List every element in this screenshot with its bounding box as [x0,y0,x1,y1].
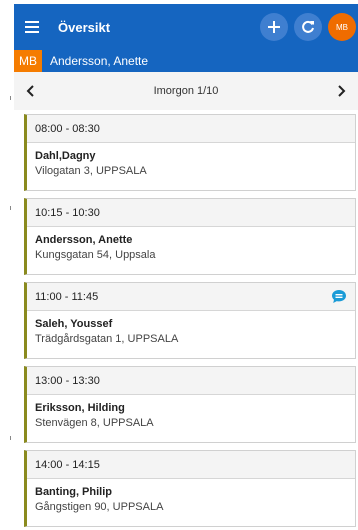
refresh-button[interactable] [294,13,322,41]
appointment-body: Dahl,Dagny Vilogatan 3, UPPSALA [27,143,355,179]
appointment-card[interactable]: 11:00 - 11:45 Saleh, Youssef Trädgårdsga… [24,282,356,359]
appointment-time: 14:00 - 14:15 [35,458,100,471]
chat-bubble-icon [332,290,346,303]
user-initials-badge: MB [14,50,42,72]
previous-day-button[interactable] [26,85,36,97]
plus-icon [268,21,280,33]
appointment-list: 08:00 - 08:30 Dahl,Dagny Vilogatan 3, UP… [24,114,356,530]
page-title: Översikt [58,19,111,35]
appointment-card[interactable]: 13:00 - 13:30 Eriksson, Hilding Stenväge… [24,366,356,443]
appointment-card[interactable]: 08:00 - 08:30 Dahl,Dagny Vilogatan 3, UP… [24,114,356,191]
message-button[interactable] [331,289,347,304]
appointment-card[interactable]: 10:15 - 10:30 Andersson, Anette Kungsgat… [24,198,356,275]
appointment-body: Eriksson, Hilding Stenvägen 8, UPPSALA [27,395,355,431]
appointment-time: 13:00 - 13:30 [35,374,100,387]
next-day-button[interactable] [336,85,346,97]
hamburger-menu-icon [25,21,39,33]
date-label: Imorgon 1/10 [153,85,219,97]
appointment-time-header: 14:00 - 14:15 [27,451,355,479]
client-address: Trädgårdsgatan 1, UPPSALA [35,333,179,345]
appointment-time: 08:00 - 08:30 [35,122,100,135]
appointment-time-header: 10:15 - 10:30 [27,199,355,227]
client-name: Andersson, Anette [35,234,133,246]
client-name: Eriksson, Hilding [35,402,125,414]
appointment-time-header: 08:00 - 08:30 [27,115,355,143]
edge-mark [10,206,11,210]
avatar-button[interactable]: MB [328,13,356,41]
chevron-left-icon [26,85,34,97]
date-navigator: Imorgon 1/10 [14,72,358,110]
top-app-bar: Översikt MB [14,4,358,50]
refresh-icon [302,20,314,33]
client-name: Saleh, Youssef [35,318,113,330]
appointment-time-header: 13:00 - 13:30 [27,367,355,395]
appointment-time: 10:15 - 10:30 [35,206,100,219]
menu-button[interactable] [14,4,50,50]
client-address: Gångstigen 90, UPPSALA [35,501,164,513]
client-address: Kungsgatan 54, Uppsala [35,249,156,261]
appointment-body: Saleh, Youssef Trädgårdsgatan 1, UPPSALA [27,311,355,347]
appointment-card[interactable]: 14:00 - 14:15 Banting, Philip Gångstigen… [24,450,356,527]
client-name: Banting, Philip [35,486,112,498]
appointment-body: Banting, Philip Gångstigen 90, UPPSALA [27,479,355,515]
add-button[interactable] [260,13,288,41]
appointment-time: 11:00 - 11:45 [35,290,99,303]
client-address: Vilogatan 3, UPPSALA [35,165,147,177]
app-window: Översikt MB MB Andersson, Anette Imorgon… [0,0,358,530]
client-address: Stenvägen 8, UPPSALA [35,417,154,429]
client-name: Dahl,Dagny [35,150,96,162]
appointment-body: Andersson, Anette Kungsgatan 54, Uppsala [27,227,355,263]
current-user-bar: MB Andersson, Anette [14,50,358,72]
edge-mark [10,96,11,100]
edge-mark [10,436,11,440]
current-user-name: Andersson, Anette [50,54,149,68]
chevron-right-icon [338,85,346,97]
appointment-time-header: 11:00 - 11:45 [27,283,355,311]
